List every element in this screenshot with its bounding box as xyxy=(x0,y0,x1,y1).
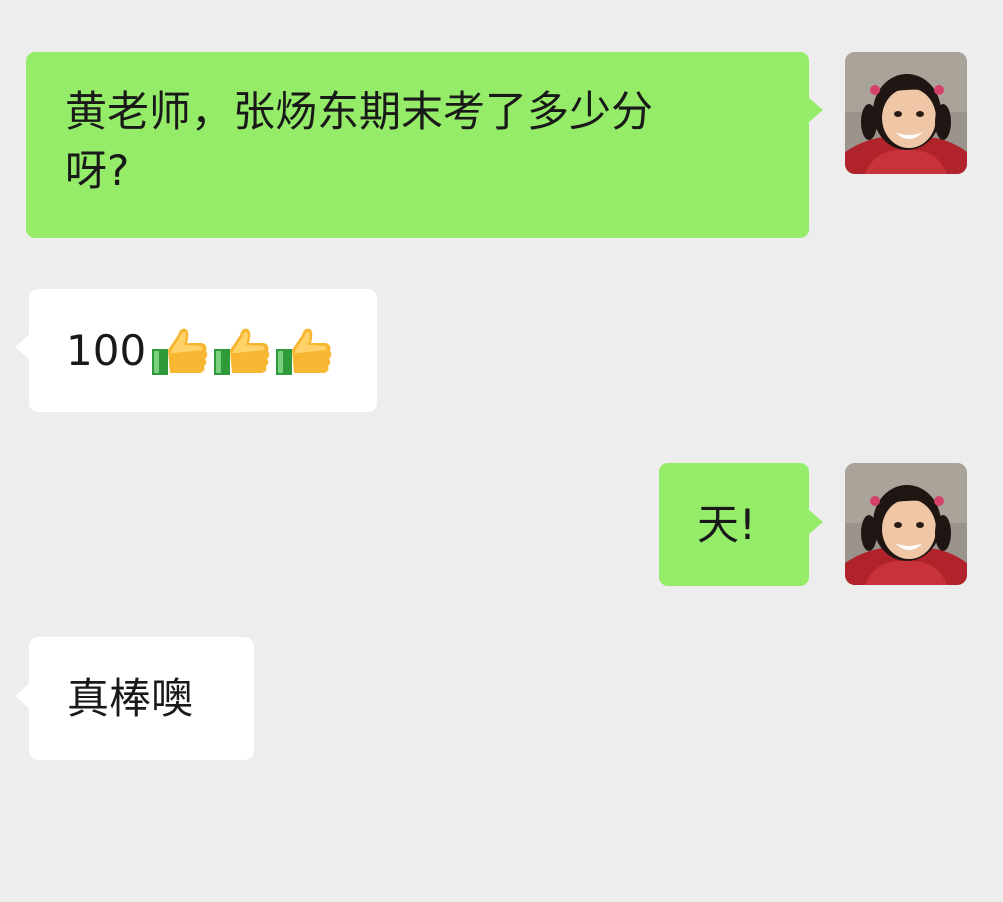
message-text: 100 xyxy=(66,326,147,375)
thumbs-up-icon xyxy=(152,328,208,375)
message-bubble-sent[interactable]: 天! xyxy=(659,463,809,586)
bubble-tail xyxy=(15,684,29,708)
emoji-group xyxy=(148,321,334,380)
user-avatar[interactable] xyxy=(845,463,967,585)
message-bubble-received[interactable]: 真棒噢 xyxy=(29,637,254,760)
bubble-tail xyxy=(809,98,823,122)
message-bubble-received[interactable]: 100 xyxy=(29,289,377,412)
avatar-photo-icon xyxy=(845,52,967,174)
message-text: 真棒噢 xyxy=(67,674,194,723)
message-text: 天! xyxy=(697,500,756,549)
message-text: 黄老师，张炀东期末考了多少分 呀? xyxy=(65,87,654,195)
thumbs-up-icon xyxy=(214,328,270,375)
avatar-photo-icon xyxy=(845,463,967,585)
chat-area: 黄老师，张炀东期末考了多少分 呀? 100 天! 真棒噢 xyxy=(0,0,1003,902)
bubble-tail xyxy=(809,510,823,534)
bubble-tail xyxy=(15,335,29,359)
message-bubble-sent[interactable]: 黄老师，张炀东期末考了多少分 呀? xyxy=(26,52,809,238)
thumbs-up-icon xyxy=(276,328,332,375)
user-avatar[interactable] xyxy=(845,52,967,174)
